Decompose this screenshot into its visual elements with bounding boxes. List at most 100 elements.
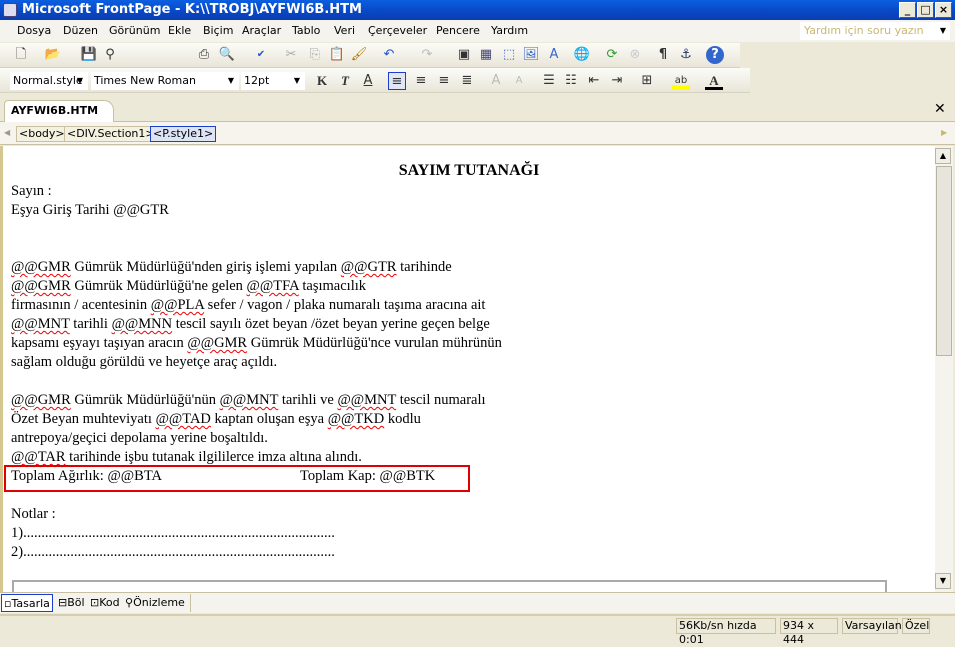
save-icon[interactable]: 💾 [80, 46, 98, 64]
menu-bicim[interactable]: Biçim [203, 24, 233, 37]
align-left-icon[interactable]: ≡ [388, 72, 406, 90]
scroll-left-icon[interactable]: ◀ [4, 128, 10, 137]
text-segment: sefer / vagon / plaka numaralı taşıma ar… [204, 297, 486, 313]
outdent-icon[interactable]: ⇤ [585, 72, 603, 90]
help-search-input[interactable]: Yardım için soru yazın ▼ [800, 22, 950, 40]
breadcrumb-div[interactable]: <DIV.Section1> [64, 126, 158, 142]
text-segment: tarihli ve [278, 392, 338, 408]
scroll-up-icon[interactable]: ▲ [935, 148, 951, 164]
table-icon[interactable]: ▦ [477, 46, 495, 64]
text-segment: firmasının / acentesinin [11, 297, 151, 313]
borders-icon[interactable]: ⊞ [638, 72, 656, 90]
highlight-icon[interactable]: ab [672, 72, 690, 90]
cut-icon[interactable]: ✂ [282, 46, 300, 64]
minimize-button[interactable]: _ [899, 2, 916, 18]
open-icon[interactable]: 📂 [44, 46, 62, 64]
hyperlink-icon[interactable]: 🌐 [573, 46, 591, 64]
decrease-font-icon[interactable]: A [510, 72, 528, 90]
underline-icon[interactable]: A [359, 72, 377, 90]
drawing-icon[interactable]: A [545, 46, 563, 64]
menu-duzen[interactable]: Düzen [63, 24, 98, 37]
bullet-list-icon[interactable]: ☷ [562, 72, 580, 90]
maximize-button[interactable]: □ [917, 2, 934, 18]
italic-icon[interactable]: T [336, 72, 354, 90]
help-placeholder: Yardım için soru yazın [804, 24, 924, 37]
align-center-icon[interactable]: ≡ [412, 72, 430, 90]
stop-icon[interactable]: ⊗ [626, 46, 644, 64]
menu-ekle[interactable]: Ekle [168, 24, 191, 37]
view-bar: ▫Tasarla ⊟Böl ⊡Kod ⚲Önizleme [0, 592, 955, 613]
horizontal-scrollbar[interactable] [190, 594, 935, 612]
menu-pencere[interactable]: Pencere [436, 24, 480, 37]
placeholder-token: @@TKD [327, 411, 385, 427]
scroll-down-icon[interactable]: ▼ [935, 573, 951, 589]
scroll-right-icon[interactable]: ▶ [941, 128, 947, 137]
menu-tablo[interactable]: Tablo [292, 24, 320, 37]
new-page-icon[interactable]: 🗋 [12, 46, 30, 64]
status-mode: Varsayılan [842, 618, 902, 634]
anchor-icon[interactable]: ⚓ [677, 46, 695, 64]
copy-icon[interactable]: ⎘ [306, 46, 324, 64]
preview-icon[interactable]: 🔍 [218, 46, 236, 64]
chevron-down-icon[interactable]: ▼ [940, 22, 946, 40]
text-segment: antrepoya/geçici depolama yerine boşaltı… [11, 430, 268, 446]
help-icon[interactable]: ? [706, 46, 724, 64]
pilcrow-icon[interactable]: ¶ [654, 46, 672, 64]
numbered-list-icon[interactable]: ☰ [540, 72, 558, 90]
close-button[interactable]: × [935, 2, 952, 18]
print-icon[interactable]: ⎙ [195, 46, 213, 64]
document-title: SAYIM TUTANAĞI [398, 162, 540, 179]
scrollbar-thumb[interactable] [936, 166, 952, 356]
window-title: Microsoft FrontPage - K:\\TROBJ\AYFWI6B.… [22, 2, 362, 17]
placeholder-token: @@PLA [150, 297, 205, 313]
total-packages: Toplam Kap: @@BTK [300, 468, 436, 484]
align-right-icon[interactable]: ≡ [435, 72, 453, 90]
breadcrumb-body[interactable]: <body> [16, 126, 68, 142]
style-select[interactable]: Normal.style ▼ [10, 72, 88, 90]
document-canvas[interactable]: SAYIM TUTANAĞI Sayın : Eşya Giriş Tarihi… [0, 146, 935, 592]
size-select[interactable]: 12pt ▼ [241, 72, 305, 90]
close-document-icon[interactable]: ✕ [934, 101, 946, 117]
menu-veri[interactable]: Veri [334, 24, 355, 37]
increase-font-icon[interactable]: A [487, 72, 505, 90]
text-segment: sağlam olduğu görüldü ve heyetçe araç aç… [11, 354, 278, 370]
placeholder-token: @@MNN [111, 316, 173, 332]
indent-icon[interactable]: ⇥ [608, 72, 626, 90]
search-icon[interactable]: ⚲ [101, 46, 119, 64]
menu-araclar[interactable]: Araçlar [242, 24, 281, 37]
redo-icon[interactable]: ↷ [418, 46, 436, 64]
view-tasarla[interactable]: ▫Tasarla [1, 594, 53, 612]
view-kod[interactable]: ⊡Kod [88, 594, 122, 612]
format-painter-icon[interactable]: 🖌 [350, 46, 368, 64]
menu-yardim[interactable]: Yardım [491, 24, 528, 37]
spellcheck-icon[interactable]: ✔ [252, 46, 270, 64]
font-select[interactable]: Times New Roman ▼ [91, 72, 239, 90]
tab-label: AYFWI6B.HTM [11, 104, 99, 117]
font-value: Times New Roman [94, 74, 196, 87]
app-icon[interactable] [3, 3, 17, 17]
bold-icon[interactable]: K [313, 72, 331, 90]
layer-icon[interactable]: ⬚ [500, 46, 518, 64]
view-onizleme[interactable]: ⚲Önizleme [123, 594, 187, 612]
size-value: 12pt [244, 74, 270, 87]
breadcrumb-p[interactable]: <P.style1> [150, 126, 217, 142]
view-bol[interactable]: ⊟Böl [56, 594, 87, 612]
menu-cerceveler[interactable]: Çerçeveler [368, 24, 427, 37]
text-segment: kaptan oluşan eşya [210, 411, 328, 427]
text-segment: kodlu [384, 411, 421, 427]
refresh-icon[interactable]: ⟳ [603, 46, 621, 64]
menu-gorunum[interactable]: Görünüm [109, 24, 160, 37]
placeholder-token: @@TFA [246, 278, 299, 294]
undo-icon[interactable]: ↶ [380, 46, 398, 64]
web-component-icon[interactable]: ▣ [455, 46, 473, 64]
status-bar: 56Kb/sn hızda 0:01 934 x 444 Varsayılan … [0, 614, 955, 646]
paste-icon[interactable]: 📋 [328, 46, 346, 64]
justify-icon[interactable]: ≣ [458, 72, 476, 90]
menu-dosya[interactable]: Dosya [17, 24, 51, 37]
text-line: kapsamı eşyayı taşıyan aracın @@GMR Gümr… [11, 335, 502, 352]
picture-icon[interactable]: 🖼 [522, 46, 540, 64]
placeholder-token: @@GMR [11, 259, 71, 275]
tab-document[interactable]: AYFWI6B.HTM [4, 100, 114, 122]
font-color-icon[interactable]: A [705, 72, 723, 90]
chevron-down-icon: ▼ [227, 76, 235, 85]
